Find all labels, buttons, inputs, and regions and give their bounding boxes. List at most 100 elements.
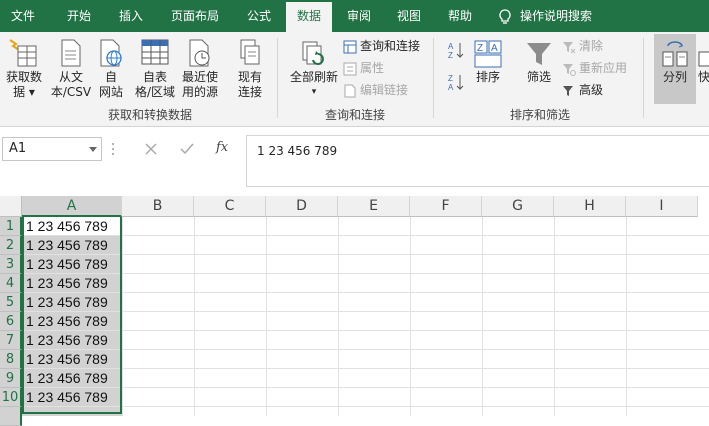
from-web-button[interactable]: 自 网站 xyxy=(94,38,128,100)
formula-tools: fx xyxy=(108,137,248,161)
column-header-b[interactable]: B xyxy=(122,196,194,217)
sort-za-button[interactable]: Z A xyxy=(446,72,466,94)
advanced-filter-button[interactable]: 高级 xyxy=(562,80,603,100)
gridline-horizontal xyxy=(22,368,709,369)
ribbon-data: 获取数 据 ▾ 从文 本/CSV 自 网站 自表 格/区域 最近使 用的源 现有… xyxy=(0,32,709,127)
flash-fill-button[interactable]: 快 xyxy=(698,40,709,85)
ribbon-tab-bar: 文件 开始 插入 页面布局 公式 数据 审阅 视图 帮助 操作说明搜索 xyxy=(0,0,709,32)
tab-view[interactable]: 视图 xyxy=(386,0,432,32)
from-text-label-2: 本/CSV xyxy=(50,85,92,99)
reapply-button[interactable]: 重新应用 xyxy=(562,58,627,78)
svg-text:A: A xyxy=(448,83,454,92)
row-header-3[interactable]: 3 xyxy=(0,255,22,274)
advanced-label: 高级 xyxy=(579,83,604,97)
column-header-g[interactable]: G xyxy=(482,196,554,217)
database-icon xyxy=(9,39,37,67)
gridline-horizontal xyxy=(22,349,709,350)
gridline-horizontal xyxy=(22,273,709,274)
connections-icon xyxy=(240,39,260,65)
name-box[interactable]: A1 xyxy=(2,137,102,161)
properties-label: 属性 xyxy=(360,61,385,75)
get-data-button[interactable]: 获取数 据 ▾ xyxy=(2,38,46,100)
queries-connections-button[interactable]: 查询和连接 xyxy=(343,36,420,56)
recent-label: 最近使 xyxy=(181,70,218,84)
from-text-csv-button[interactable]: 从文 本/CSV xyxy=(50,38,92,100)
edit-links-button[interactable]: 编辑链接 xyxy=(343,80,408,100)
refresh-all-button[interactable]: 全部刷新 ▾ xyxy=(286,40,342,100)
insert-function-icon[interactable]: fx xyxy=(216,140,228,155)
tab-home[interactable]: 开始 xyxy=(52,0,106,32)
recent-sources-button[interactable]: 最近使 用的源 xyxy=(180,38,220,100)
select-all-corner[interactable] xyxy=(0,196,22,217)
from-table-label-2: 格/区域 xyxy=(134,85,176,99)
column-header-a[interactable]: A xyxy=(22,196,122,217)
tab-review[interactable]: 审阅 xyxy=(336,0,382,32)
row-header-8[interactable]: 8 xyxy=(0,350,22,369)
column-header-f[interactable]: F xyxy=(410,196,482,217)
tab-formulas[interactable]: 公式 xyxy=(236,0,282,32)
column-header-h[interactable]: H xyxy=(554,196,626,217)
group-separator-2 xyxy=(433,38,434,118)
refresh-all-dropdown: ▾ xyxy=(311,87,317,97)
formula-input[interactable]: 1 23 456 789 xyxy=(246,135,709,187)
row-header-10[interactable]: 10 xyxy=(0,388,22,407)
row-header-9[interactable]: 9 xyxy=(0,369,22,388)
name-box-dropdown-icon[interactable] xyxy=(89,147,97,152)
group-separator xyxy=(277,38,278,118)
svg-text:A: A xyxy=(448,42,454,51)
tab-help[interactable]: 帮助 xyxy=(436,0,484,32)
edit-links-icon xyxy=(344,84,356,97)
row-header-1[interactable]: 1 xyxy=(0,217,22,236)
column-header-i[interactable]: I xyxy=(626,196,698,217)
tab-data[interactable]: 数据 xyxy=(286,2,332,32)
cancel-icon[interactable] xyxy=(144,142,158,156)
from-table-range-button[interactable]: 自表 格/区域 xyxy=(132,38,178,100)
flash-fill-label: 快 xyxy=(698,70,709,84)
enter-check-icon[interactable] xyxy=(180,142,194,156)
row-header-2[interactable]: 2 xyxy=(0,236,22,255)
row-header-5[interactable]: 5 xyxy=(0,293,22,312)
properties-button[interactable]: 属性 xyxy=(343,58,384,78)
tab-page-layout[interactable]: 页面布局 xyxy=(158,0,232,32)
row-header-7[interactable]: 7 xyxy=(0,331,22,350)
properties-icon xyxy=(343,62,357,75)
sort-descending-icon: Z A xyxy=(448,74,464,92)
get-data-label: 获取数 xyxy=(5,70,42,84)
filter-button[interactable]: 筛选 xyxy=(522,40,556,85)
row-header-6[interactable]: 6 xyxy=(0,312,22,331)
text-file-icon xyxy=(61,39,81,67)
svg-text:Z: Z xyxy=(448,74,453,83)
gridline-horizontal xyxy=(22,235,709,236)
tab-file[interactable]: 文件 xyxy=(0,0,46,32)
column-header-d[interactable]: D xyxy=(266,196,338,217)
formula-bar: A1 fx 1 23 456 789 xyxy=(0,127,709,189)
column-header-e[interactable]: E xyxy=(338,196,410,217)
sort-button[interactable]: Z A 排序 xyxy=(472,40,504,85)
queries-icon xyxy=(343,40,357,53)
row-header-partial[interactable] xyxy=(0,407,22,426)
gridline-horizontal xyxy=(22,292,709,293)
group-label-queries: 查询和连接 xyxy=(324,108,385,122)
sort-dialog-icon: Z A xyxy=(474,40,502,68)
existing-label-2: 连接 xyxy=(237,85,262,99)
queries-label: 查询和连接 xyxy=(360,39,421,53)
column-header-c[interactable]: C xyxy=(194,196,266,217)
tell-me-label: 操作说明搜索 xyxy=(520,9,593,23)
clear-filter-button[interactable]: 清除 xyxy=(562,36,603,56)
formula-content: 1 23 456 789 xyxy=(257,144,338,158)
row-header-4[interactable]: 4 xyxy=(0,274,22,293)
text-to-columns-button[interactable]: 分列 xyxy=(654,40,696,85)
filter-label: 筛选 xyxy=(526,70,551,84)
tell-me-search[interactable]: 操作说明搜索 xyxy=(498,0,592,32)
gridline-horizontal xyxy=(22,311,709,312)
existing-connections-button[interactable]: 现有 连接 xyxy=(234,38,266,100)
from-table-label: 自表 xyxy=(142,70,167,84)
refresh-all-label: 全部刷新 xyxy=(289,70,338,84)
worksheet-grid[interactable]: ABCDEFGHI 1 2 3 4 5 6 7 8 9 10 1 23 456 789 1 23 4… xyxy=(0,196,709,426)
sort-az-button[interactable]: A Z xyxy=(446,40,466,62)
table-icon xyxy=(141,39,169,65)
tab-insert[interactable]: 插入 xyxy=(108,0,154,32)
svg-text:A: A xyxy=(491,43,498,54)
svg-text:Z: Z xyxy=(448,51,453,60)
gridline-horizontal xyxy=(22,254,709,255)
